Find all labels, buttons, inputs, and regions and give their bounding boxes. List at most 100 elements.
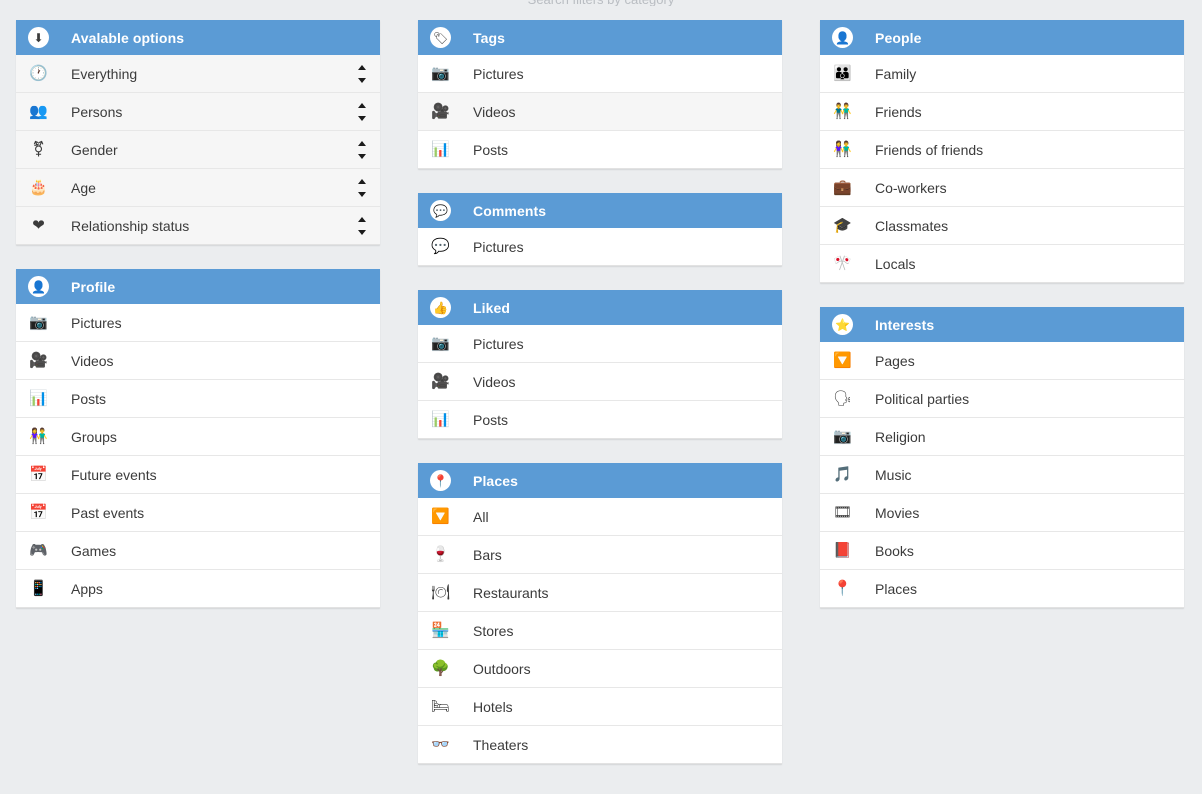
list-item[interactable]: 📱 Apps — [16, 570, 380, 608]
list-item[interactable]: 🌳 Outdoors — [418, 650, 782, 688]
sort-stepper-icon[interactable] — [356, 178, 368, 198]
list-item[interactable]: 📷 Pictures — [418, 55, 782, 93]
panel-header-interests: ⭐ Interests — [820, 307, 1184, 342]
list-item[interactable]: 🛏 Hotels — [418, 688, 782, 726]
tree-icon: 🌳 — [431, 660, 450, 677]
panel-body-tags: 📷 Pictures 🎥 Videos 📊 Posts — [418, 55, 782, 169]
list-item[interactable]: 🎞 Movies — [820, 494, 1184, 532]
list-item[interactable]: 🍷 Bars — [418, 536, 782, 574]
clock-icon: 🕐 — [29, 65, 48, 82]
stepper-up-arrow-icon[interactable] — [358, 102, 366, 108]
column-middle: 🏷 Tags 📷 Pictures 🎥 Videos 📊 Posts 💬 Comments 💬 Pic… — [418, 20, 782, 764]
list-item[interactable]: 🎮 Games — [16, 532, 380, 570]
filter-off-icon: 🔽 — [833, 352, 852, 369]
list-item[interactable]: 💬 Pictures — [418, 228, 782, 266]
list-item[interactable]: 📊 Posts — [16, 380, 380, 418]
list-item[interactable]: 📊 Posts — [418, 401, 782, 439]
list-item-label: Hotels — [473, 698, 513, 715]
list-item-label: Co-workers — [875, 179, 947, 196]
stepper-up-arrow-icon[interactable] — [358, 140, 366, 146]
list-item-label: Everything — [71, 65, 138, 82]
list-item-label: Groups — [71, 428, 117, 445]
panel-body-interests: 🔽 Pages 🗣 Political parties 📷 Religion 🎵 Music 🎞… — [820, 342, 1184, 608]
stepper-down-arrow-icon[interactable] — [358, 191, 366, 197]
movie-camera-icon: 🎥 — [431, 373, 450, 390]
panel-title-places: Places — [473, 472, 518, 489]
panel-header-people: 👤 People — [820, 20, 1184, 55]
hotel-bed-icon: 🛏 — [430, 698, 451, 715]
list-item[interactable]: 🎵 Music — [820, 456, 1184, 494]
list-item[interactable]: 📷 Pictures — [16, 304, 380, 342]
list-item-label: Movies — [875, 504, 920, 521]
list-item[interactable]: 📷 Pictures — [418, 325, 782, 363]
panel-interests: ⭐ Interests 🔽 Pages 🗣 Political parties 📷 Relig… — [820, 307, 1184, 608]
list-item-label: Posts — [473, 141, 509, 158]
list-item[interactable]: 👫 Friends of friends — [820, 131, 1184, 169]
list-item-label: Restaurants — [473, 584, 549, 601]
list-item[interactable]: 💼 Co-workers — [820, 169, 1184, 207]
list-item[interactable]: 🎥 Videos — [418, 363, 782, 401]
list-item-label: Posts — [473, 411, 509, 428]
list-item-label: Future events — [71, 466, 157, 483]
list-item[interactable]: 🎂 Age — [16, 169, 380, 207]
list-item[interactable]: 🎥 Videos — [16, 342, 380, 380]
stepper-up-arrow-icon[interactable] — [358, 64, 366, 70]
list-item[interactable]: 🍽 Restaurants — [418, 574, 782, 612]
list-item[interactable]: 📊 Posts — [418, 131, 782, 169]
column-right: 👤 People 👪 Family 👬 Friends 👫 Friends of friend… — [820, 20, 1184, 608]
stepper-down-arrow-icon[interactable] — [358, 115, 366, 121]
sort-stepper-icon[interactable] — [356, 216, 368, 236]
panel-title-interests: Interests — [875, 316, 935, 333]
stepper-down-arrow-icon[interactable] — [358, 77, 366, 83]
panel-title-tags: Tags — [473, 29, 506, 46]
camera-icon: 📷 — [833, 428, 852, 445]
friends-icon: 👬 — [833, 103, 852, 120]
list-item[interactable]: ⚧ Gender — [16, 131, 380, 169]
list-item[interactable]: 🔽 All — [418, 498, 782, 536]
list-item[interactable]: 🎓 Classmates — [820, 207, 1184, 245]
sort-stepper-icon[interactable] — [356, 64, 368, 84]
list-item[interactable]: 🎥 Videos — [418, 93, 782, 131]
stepper-down-arrow-icon[interactable] — [358, 153, 366, 159]
gender-icon: ⚧ — [32, 141, 45, 158]
comment-bubble-icon: 💬 — [430, 200, 451, 221]
list-item[interactable]: 📅 Past events — [16, 494, 380, 532]
stepper-up-arrow-icon[interactable] — [358, 178, 366, 184]
list-item[interactable]: 👬 Friends — [820, 93, 1184, 131]
list-item[interactable]: 🕐 Everything — [16, 55, 380, 93]
calendar-icon: 📅 — [29, 466, 48, 483]
panel-places: 📍 Places 🔽 All 🍷 Bars 🍽 Restaurants 🏪 Stores 🌳 Outd… — [418, 463, 782, 764]
list-item[interactable]: 👫 Groups — [16, 418, 380, 456]
list-item-label: Pictures — [473, 238, 524, 255]
list-item[interactable]: 🗣 Political parties — [820, 380, 1184, 418]
stepper-down-arrow-icon[interactable] — [358, 229, 366, 235]
list-item[interactable]: 👓 Theaters — [418, 726, 782, 764]
list-item[interactable]: 📕 Books — [820, 532, 1184, 570]
sort-stepper-icon[interactable] — [356, 102, 368, 122]
panel-title-available-options: Avalable options — [71, 29, 185, 46]
panel-header-tags: 🏷 Tags — [418, 20, 782, 55]
panel-title-liked: Liked — [473, 299, 511, 316]
list-item[interactable]: 📷 Religion — [820, 418, 1184, 456]
family-icon: 👪 — [833, 65, 852, 82]
list-item-label: Books — [875, 542, 914, 559]
list-item[interactable]: 🎌 Locals — [820, 245, 1184, 283]
list-item-label: Political parties — [875, 390, 970, 407]
panel-header-comments: 💬 Comments — [418, 193, 782, 228]
list-item[interactable]: ❤ Relationship status — [16, 207, 380, 245]
list-item[interactable]: 🔽 Pages — [820, 342, 1184, 380]
posts-icon: 📊 — [431, 411, 450, 428]
list-item-label: Stores — [473, 622, 514, 639]
panel-title-people: People — [875, 29, 922, 46]
list-item[interactable]: 👥 Persons — [16, 93, 380, 131]
list-item[interactable]: 👪 Family — [820, 55, 1184, 93]
posts-icon: 📊 — [29, 390, 48, 407]
column-left: ⬇ Avalable options 🕐 Everything 👥 Persons ⚧ Gen… — [16, 20, 380, 608]
list-item[interactable]: 📍 Places — [820, 570, 1184, 608]
panel-available-options: ⬇ Avalable options 🕐 Everything 👥 Persons ⚧ Gen… — [16, 20, 380, 245]
list-item[interactable]: 🏪 Stores — [418, 612, 782, 650]
sort-stepper-icon[interactable] — [356, 140, 368, 160]
birthday-cake-icon: 🎂 — [29, 179, 48, 196]
stepper-up-arrow-icon[interactable] — [358, 216, 366, 222]
list-item[interactable]: 📅 Future events — [16, 456, 380, 494]
